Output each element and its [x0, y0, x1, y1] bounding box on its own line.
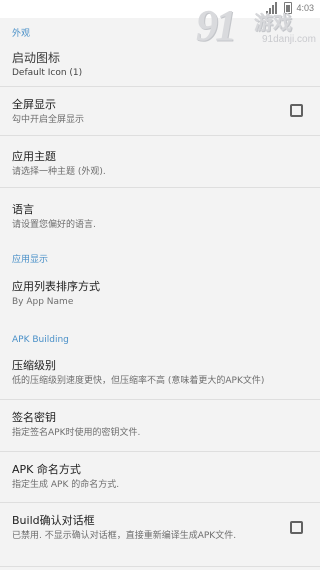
pref-summary: 指定签名APK时使用的密钥文件.: [12, 428, 141, 438]
pref-title: 应用主题: [12, 150, 56, 163]
pref-theme[interactable]: 应用主题 请选择一种主题 (外观).: [0, 136, 320, 183]
pref-title: 全屏显示: [12, 98, 56, 111]
pref-title: APK 命名方式: [12, 463, 81, 476]
pref-sort-order[interactable]: 应用列表排序方式 By App Name: [0, 270, 320, 318]
pref-apk-naming[interactable]: APK 命名方式 指定生成 APK 的命名方式.: [0, 452, 320, 502]
pref-summary: 请设置您偏好的语言.: [12, 220, 96, 230]
pref-summary: Default Icon (1): [12, 68, 83, 78]
section-header-app-display: 应用显示: [12, 255, 49, 265]
pref-title: Build确认对话框: [12, 514, 95, 527]
pref-summary: 勾中开启全屏显示: [12, 115, 85, 125]
pref-compression[interactable]: 压缩级别 低的压缩级别速度更快，但压缩率不高 (意味着更大的APK文件): [0, 348, 320, 398]
fullscreen-checkbox[interactable]: [290, 104, 303, 117]
pref-summary: 低的压缩级别速度更快，但压缩率不高 (意味着更大的APK文件): [12, 376, 265, 386]
pref-summary: 请选择一种主题 (外观).: [12, 167, 106, 177]
build-dialog-checkbox[interactable]: [290, 521, 303, 534]
watermark-brand: 游戏: [254, 12, 293, 34]
pref-title: 签名密钥: [12, 411, 56, 424]
pref-summary: 已禁用. 不显示确认对话框，直接重新编译生成APK文件.: [12, 531, 237, 541]
pref-title: 语言: [12, 203, 34, 216]
pref-title: 应用列表排序方式: [12, 280, 100, 293]
divider: [0, 566, 320, 567]
pref-summary: 指定生成 APK 的命名方式.: [12, 480, 120, 490]
pref-signing-key[interactable]: 签名密钥 指定签名APK时使用的密钥文件.: [0, 400, 320, 450]
section-header-apk-building: APK Building: [12, 335, 69, 345]
pref-build-dialog[interactable]: Build确认对话框 已禁用. 不显示确认对话框，直接重新编译生成APK文件.: [0, 503, 320, 555]
pref-title: 压缩级别: [12, 359, 56, 372]
pref-launcher-icon[interactable]: 启动图标 Default Icon (1): [0, 44, 320, 84]
pref-title: 启动图标: [12, 51, 61, 65]
pref-fullscreen[interactable]: 全屏显示 勾中开启全屏显示: [0, 87, 320, 134]
pref-summary: By App Name: [12, 297, 74, 307]
pref-language[interactable]: 语言 请设置您偏好的语言.: [0, 188, 320, 236]
section-header-appearance: 外观: [12, 29, 31, 39]
